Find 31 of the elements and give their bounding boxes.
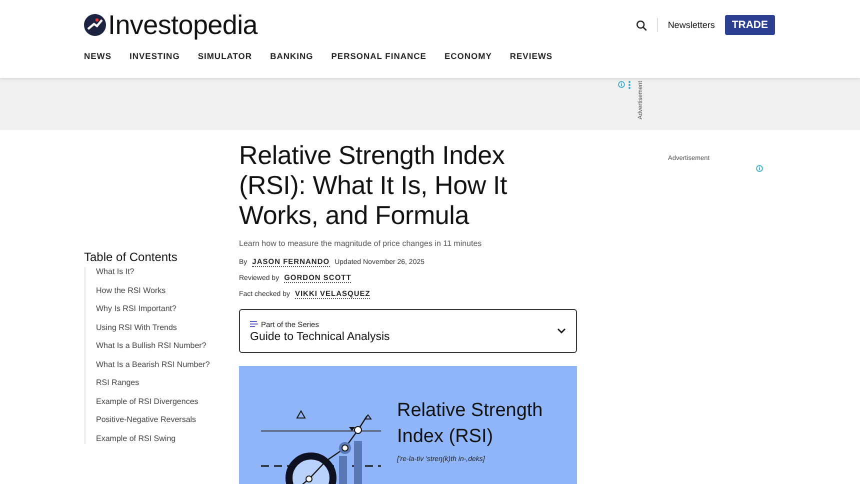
toc-title: Table of Contents xyxy=(84,250,178,264)
info-icon[interactable] xyxy=(756,165,763,172)
nav-link[interactable]: ECONOMY xyxy=(444,51,492,61)
info-icon[interactable] xyxy=(618,81,625,88)
newsletters-link[interactable]: Newsletters xyxy=(668,20,715,30)
toc-link[interactable]: What Is a Bearish RSI Number? xyxy=(96,360,216,370)
trade-button[interactable]: TRADE xyxy=(724,15,775,35)
logo-icon xyxy=(84,14,106,36)
series-title: Guide to Technical Analysis xyxy=(250,330,390,342)
brand-name[interactable]: Investopedia xyxy=(108,10,258,40)
list-icon xyxy=(250,321,258,327)
nav-link[interactable]: PERSONAL FINANCE xyxy=(331,51,426,61)
toc-link[interactable]: Why Is RSI Important? xyxy=(96,304,216,314)
search-icon[interactable] xyxy=(636,20,647,30)
toc-link[interactable]: What Is a Bullish RSI Number? xyxy=(96,341,216,352)
article-subtitle: Learn how to measure the magnitude of price changes in 11 minutes xyxy=(239,239,483,248)
toc-link[interactable]: Example of RSI Swing xyxy=(96,434,216,444)
nav-link[interactable]: SIMULATOR xyxy=(198,51,252,61)
nav-link[interactable]: NEWS xyxy=(84,51,112,61)
illustration-heading: Relative Strength Index (RSI) xyxy=(397,399,544,449)
toc-link[interactable]: What Is It? xyxy=(96,267,216,278)
nav-link[interactable]: REVIEWS xyxy=(510,51,553,61)
toc-link[interactable]: Example of RSI Divergences xyxy=(96,396,216,407)
toc-link[interactable]: RSI Ranges xyxy=(96,378,216,388)
toc-link[interactable]: How the RSI Works xyxy=(96,286,216,296)
nav-link[interactable]: INVESTING xyxy=(130,51,180,61)
toc-link[interactable]: Positive-Negative Reversals xyxy=(96,415,216,426)
toc-link[interactable]: Using RSI With Trends xyxy=(96,322,216,333)
more-icon[interactable] xyxy=(628,81,631,89)
nav-link[interactable]: BANKING xyxy=(270,51,314,61)
article-title: Relative Strength Index (RSI): What It Is, How It Works, and Formula xyxy=(239,140,508,230)
